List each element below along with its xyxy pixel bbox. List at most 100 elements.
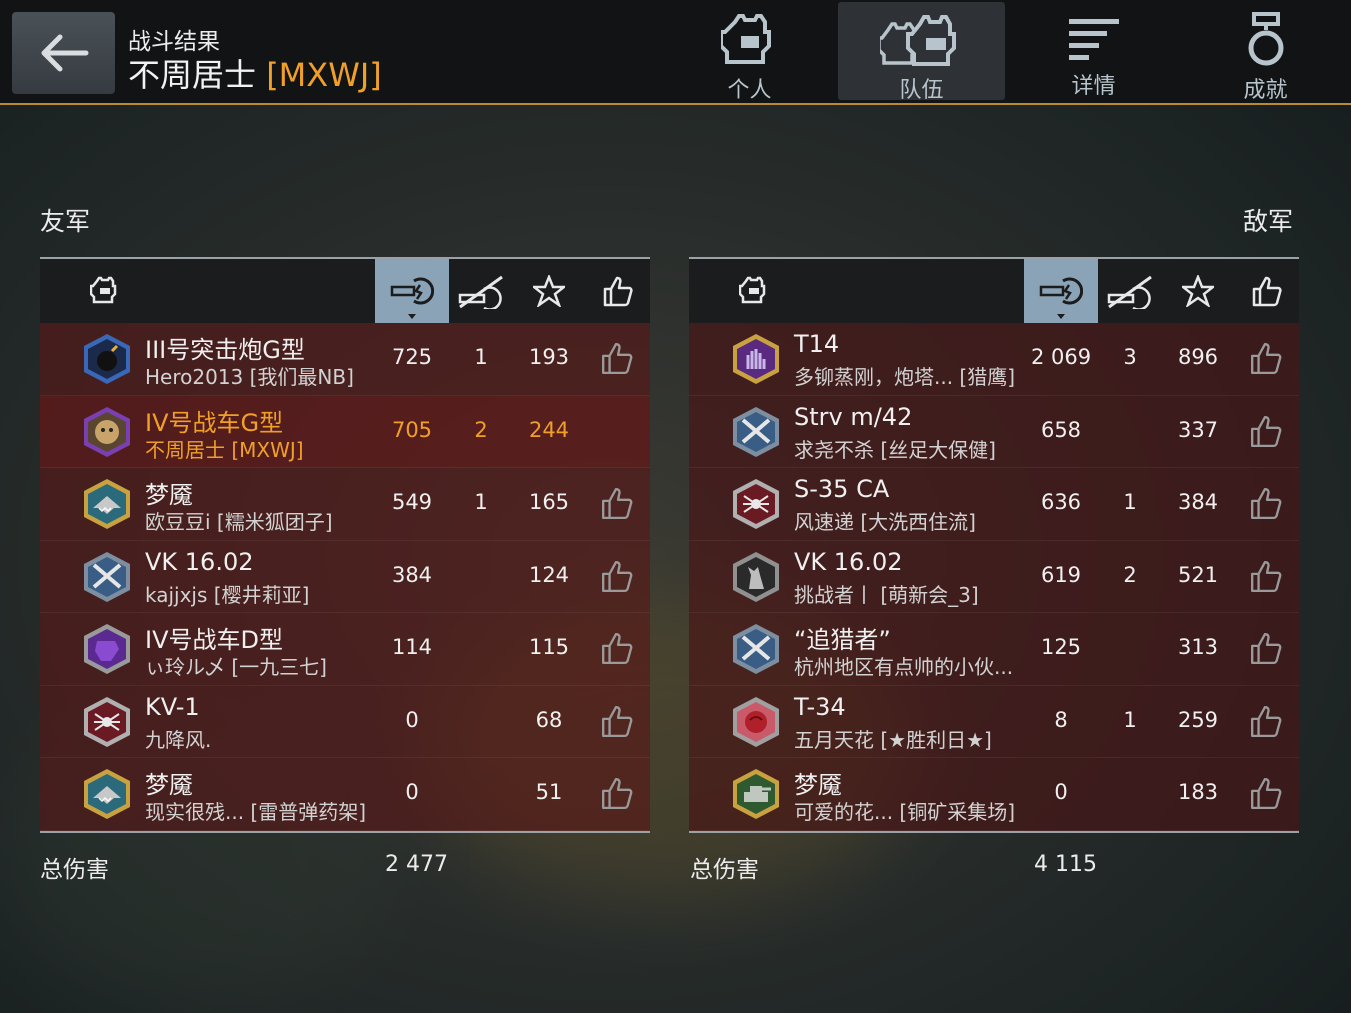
experience-value: 183 xyxy=(1177,780,1219,804)
table-row[interactable]: VK 16.02 kajjxjs [樱井莉亚] 384 124 xyxy=(40,540,650,613)
experience-value: 896 xyxy=(1177,345,1219,369)
thumbs-up-icon[interactable] xyxy=(600,486,634,520)
tab-team[interactable]: 队伍 xyxy=(838,2,1005,103)
enemies-table-header xyxy=(689,257,1299,323)
tank-name: 梦魇 xyxy=(145,481,193,509)
medal-icon xyxy=(1248,12,1283,66)
damage-value: 705 xyxy=(391,417,433,442)
tank-name: IV号战车D型 xyxy=(145,626,283,654)
kills-value: 1 xyxy=(1123,490,1137,514)
like-column-header[interactable] xyxy=(585,259,650,323)
table-row[interactable]: Strv m/42 求尧不杀 [丝足大保健] 658 337 xyxy=(689,395,1299,468)
spider-badge-icon xyxy=(82,696,132,748)
tank-column-header[interactable] xyxy=(80,259,130,323)
thumbs-up-icon[interactable] xyxy=(600,776,634,810)
thumbs-up-icon[interactable] xyxy=(600,341,634,375)
tank-icon xyxy=(739,276,766,304)
star-icon xyxy=(1182,275,1214,307)
damage-column-header[interactable] xyxy=(1024,259,1098,323)
table-row[interactable]: 梦魇 欧豆豆i [糯米狐团子] 549 1 165 xyxy=(40,468,650,541)
experience-column-header[interactable] xyxy=(1162,259,1234,323)
details-icon xyxy=(1068,19,1119,60)
experience-value: 68 xyxy=(535,707,563,732)
enemies-total-damage: 4 115 xyxy=(1034,852,1097,877)
table-row[interactable]: 梦魇 可爱的花... [铜矿采集场] 0 183 xyxy=(689,758,1299,831)
tank-name: Strv m/42 xyxy=(794,402,913,431)
player-name: 可爱的花... [铜矿采集场] xyxy=(794,800,1016,824)
table-row[interactable]: “追猎者” 杭州地区有点帅的小伙... 125 313 xyxy=(689,613,1299,686)
allies-total-damage: 2 477 xyxy=(385,852,448,877)
player-name: kajjxjs [樱井莉亚] xyxy=(145,582,310,607)
experience-value: 313 xyxy=(1177,635,1219,659)
player-name: Hero2013 [我们最NB] xyxy=(145,365,354,389)
back-button[interactable] xyxy=(12,12,115,94)
experience-column-header[interactable] xyxy=(513,259,585,323)
table-row[interactable]: IV号战车D型 ぃ玲ル乄 [一九三七] 114 115 xyxy=(40,613,650,686)
table-row[interactable]: KV-1 九降风. 0 68 xyxy=(40,685,650,758)
tab-details-label: 详情 xyxy=(1071,74,1116,99)
rose-badge-icon xyxy=(731,696,781,748)
enemies-table: T14 多铆蒸刚，炮塔... [猎鹰] 2 069 3 896 Strv m/42 求尧不杀… xyxy=(689,257,1299,833)
table-row[interactable]: VK 16.02 挑战者丨 [萌新会_3] 619 2 521 xyxy=(689,540,1299,613)
damage-value: 384 xyxy=(391,562,433,587)
kills-value: 2 xyxy=(1123,562,1137,587)
tank-name: VK 16.02 xyxy=(145,547,254,576)
team-icon xyxy=(879,15,956,66)
kills-value: 1 xyxy=(1123,707,1137,732)
tiger-badge-icon xyxy=(82,406,132,458)
rifles-badge-icon xyxy=(731,406,781,458)
thumbs-up-icon[interactable] xyxy=(600,559,634,593)
kills-column-header[interactable] xyxy=(1098,259,1162,323)
player-name: 欧豆豆i [糯米狐团子] xyxy=(145,510,333,534)
hand-badge-icon xyxy=(731,333,781,385)
table-row[interactable]: T-34 五月天花 [★胜利日★] 8 1 259 xyxy=(689,685,1299,758)
player-name: 杭州地区有点帅的小伙... xyxy=(794,655,1014,679)
experience-value: 244 xyxy=(528,417,570,442)
thumbs-up-icon[interactable] xyxy=(1249,704,1283,738)
tank-name: III号突击炮G型 xyxy=(145,336,305,364)
kills-value: 2 xyxy=(474,417,488,442)
player-name: 挑战者丨 [萌新会_3] xyxy=(794,582,979,607)
experience-value: 165 xyxy=(528,490,570,514)
tab-details[interactable]: 详情 xyxy=(1010,2,1177,100)
table-row[interactable]: S-35 CA 风速递 [大洗西住流] 636 1 384 xyxy=(689,468,1299,541)
damage-value: 0 xyxy=(405,780,419,804)
thumbs-up-icon[interactable] xyxy=(600,704,634,738)
top-bar: 战斗结果 不周居士 [MXWJ] 个人 队伍 详情 成就 xyxy=(0,0,1351,105)
enemies-title: 敌军 xyxy=(1243,207,1294,236)
table-row[interactable]: IV号战车G型 不周居士 [MXWJ] 705 2 244 xyxy=(40,395,650,468)
thumbs-up-icon[interactable] xyxy=(600,631,634,665)
table-row[interactable]: T14 多铆蒸刚，炮塔... [猎鹰] 2 069 3 896 xyxy=(689,323,1299,396)
damage-column-header[interactable] xyxy=(375,259,449,323)
allies-title: 友军 xyxy=(40,207,91,236)
purple-badge-icon xyxy=(82,623,132,675)
damage-value: 0 xyxy=(1054,780,1068,804)
thumbs-up-icon[interactable] xyxy=(1249,486,1283,520)
tank-name: “追猎者” xyxy=(794,626,891,654)
damage-value: 636 xyxy=(1040,490,1082,514)
kills-column-header[interactable] xyxy=(449,259,513,323)
experience-value: 193 xyxy=(528,345,570,369)
thumbs-up-icon[interactable] xyxy=(1249,559,1283,593)
back-arrow-icon xyxy=(41,34,88,72)
like-column-header[interactable] xyxy=(1234,259,1299,323)
tab-achievements[interactable]: 成就 xyxy=(1182,2,1349,103)
shark-badge-icon xyxy=(82,478,132,530)
thumbs-up-icon[interactable] xyxy=(1249,631,1283,665)
screen-title: 不周居士 [MXWJ] xyxy=(128,50,382,96)
divider xyxy=(689,830,1299,833)
damage-value: 725 xyxy=(391,345,433,369)
table-row[interactable]: 梦魇 现实很残... [雷普弹药架] 0 51 xyxy=(40,758,650,831)
experience-value: 521 xyxy=(1177,562,1219,587)
table-row[interactable]: III号突击炮G型 Hero2013 [我们最NB] 725 1 193 xyxy=(40,323,650,396)
tank-column-header[interactable] xyxy=(729,259,779,323)
kills-value: 3 xyxy=(1123,345,1137,369)
tank-name: KV-1 xyxy=(145,692,200,721)
thumbs-up-icon[interactable] xyxy=(1249,776,1283,810)
thumbs-up-icon[interactable] xyxy=(1249,414,1283,448)
thumbs-up-icon[interactable] xyxy=(1249,341,1283,375)
tab-personal[interactable]: 个人 xyxy=(666,2,833,103)
allies-table: III号突击炮G型 Hero2013 [我们最NB] 725 1 193 IV号战车G型不… xyxy=(40,257,650,833)
wolf-badge-icon xyxy=(731,551,781,603)
kills-icon xyxy=(458,275,503,309)
